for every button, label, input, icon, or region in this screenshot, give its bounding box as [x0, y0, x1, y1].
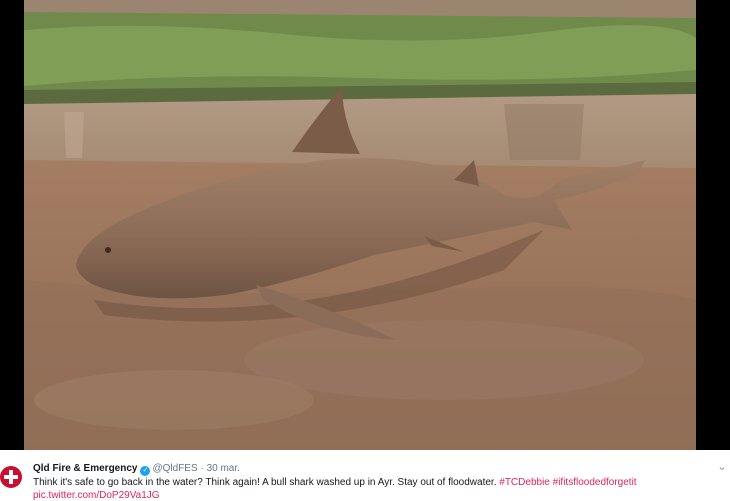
tweet-date[interactable]: 30 mar.: [207, 463, 240, 474]
avatar-cross-vertical: [9, 470, 13, 484]
verified-badge-icon: ✓: [140, 466, 151, 476]
meta-separator: ·: [200, 463, 204, 474]
shark-photo-illustration: [24, 0, 696, 450]
tweet-body: Think it's safe to go back in the water?…: [33, 477, 497, 488]
author-handle[interactable]: @QldFES: [152, 463, 197, 474]
tweet-link[interactable]: pic.twitter.com/DoP29Va1JG: [33, 490, 160, 501]
photo-frame: [0, 0, 730, 450]
tweet-meta: Qld Fire & Emergency ✓ @QldFES · 30 mar.: [33, 463, 240, 476]
hashtag-ifitsfloodedforgetit[interactable]: #ifitsfloodedforgetit: [553, 477, 637, 488]
author-name[interactable]: Qld Fire & Emergency: [33, 463, 137, 474]
chevron-down-icon[interactable]: ⌄: [716, 461, 728, 473]
tweet-text: Think it's safe to go back in the water?…: [33, 477, 637, 488]
hashtag-tcdebbie[interactable]: #TCDebbie: [499, 477, 550, 488]
tweet-photo[interactable]: [24, 0, 696, 450]
qfes-logo-avatar[interactable]: [0, 466, 22, 488]
